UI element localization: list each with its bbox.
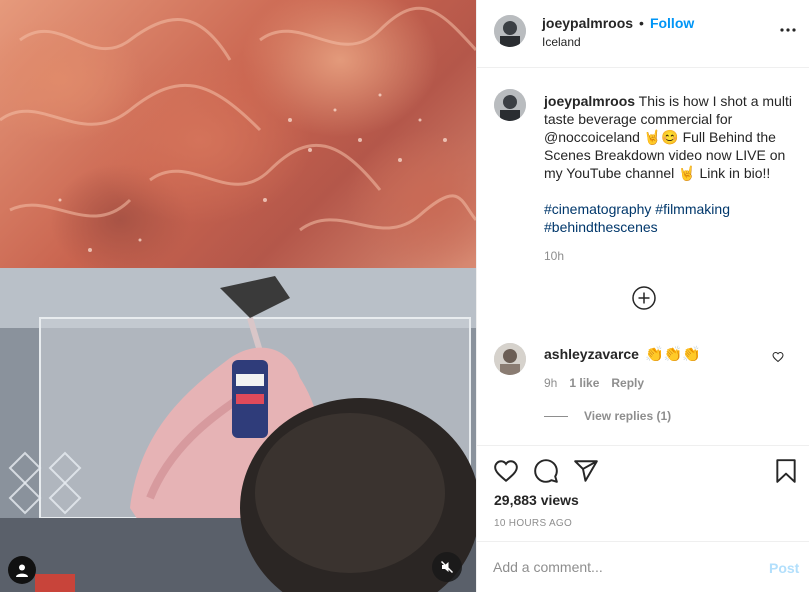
separator-dot: • [639,15,644,31]
caption-hashtags[interactable]: #cinematography #filmmaking #behindthesc… [544,200,794,236]
post-username[interactable]: joeypalmroos [542,15,633,31]
reply-button[interactable]: Reply [611,376,644,390]
follow-button[interactable]: Follow [650,15,694,31]
more-options-button[interactable] [778,20,798,40]
share-button[interactable] [573,458,599,484]
bookmark-icon [776,459,796,483]
comment-button[interactable] [533,458,559,484]
media-bottom-frame [0,268,476,592]
view-count[interactable]: 29,883 views [494,492,579,508]
tagged-users-button[interactable] [8,556,36,584]
caption-username[interactable]: joeypalmroos [544,93,635,109]
caption-timestamp: 10h [544,249,565,263]
more-options-icon [780,28,796,32]
post-header: joeypalmroos • Follow Iceland [477,0,809,68]
speaker-muted-icon [440,560,454,574]
heart-icon [494,460,518,483]
divider-line [544,415,568,417]
comment-icon [534,459,558,483]
like-comment-button[interactable] [772,350,786,364]
avatar[interactable] [494,343,526,375]
view-replies-label: View replies (1) [584,409,672,423]
plus-circle-icon [632,286,656,310]
post-comment-button[interactable]: Post [769,560,799,576]
comment-meta: 9h 1 like Reply [544,376,644,390]
post-timestamp: 10 HOURS AGO [494,518,573,529]
load-more-comments-button[interactable] [632,286,656,310]
comment-timestamp: 9h [544,376,558,390]
post-location[interactable]: Iceland [542,35,581,49]
comment-item: ashleyzavarce 👏👏👏 9h 1 like Reply View r… [477,340,809,440]
comment-likes[interactable]: 1 like [569,376,599,390]
comment-text: 👏👏👏 [644,346,701,363]
media-top-frame [0,0,476,268]
save-button[interactable] [773,458,799,484]
post-media[interactable] [0,0,476,592]
user-icon [16,564,28,577]
action-bar: 29,883 views 10 HOURS AGO [477,445,809,540]
comment-username[interactable]: ashleyzavarce [544,346,639,362]
send-icon [574,460,598,482]
view-replies-button[interactable]: View replies (1) [544,409,671,423]
caption-text: joeypalmroos This is how I shot a multi … [544,92,794,236]
add-comment-bar: Post [477,541,809,592]
post-panel: joeypalmroos • Follow Iceland joeypalmro… [476,0,809,592]
avatar[interactable] [494,89,526,121]
caption: joeypalmroos This is how I shot a multi … [477,69,809,327]
heart-icon [772,351,784,363]
like-button[interactable] [493,458,519,484]
mute-button[interactable] [432,552,462,582]
comment-input[interactable] [493,556,753,578]
avatar[interactable] [494,15,526,47]
